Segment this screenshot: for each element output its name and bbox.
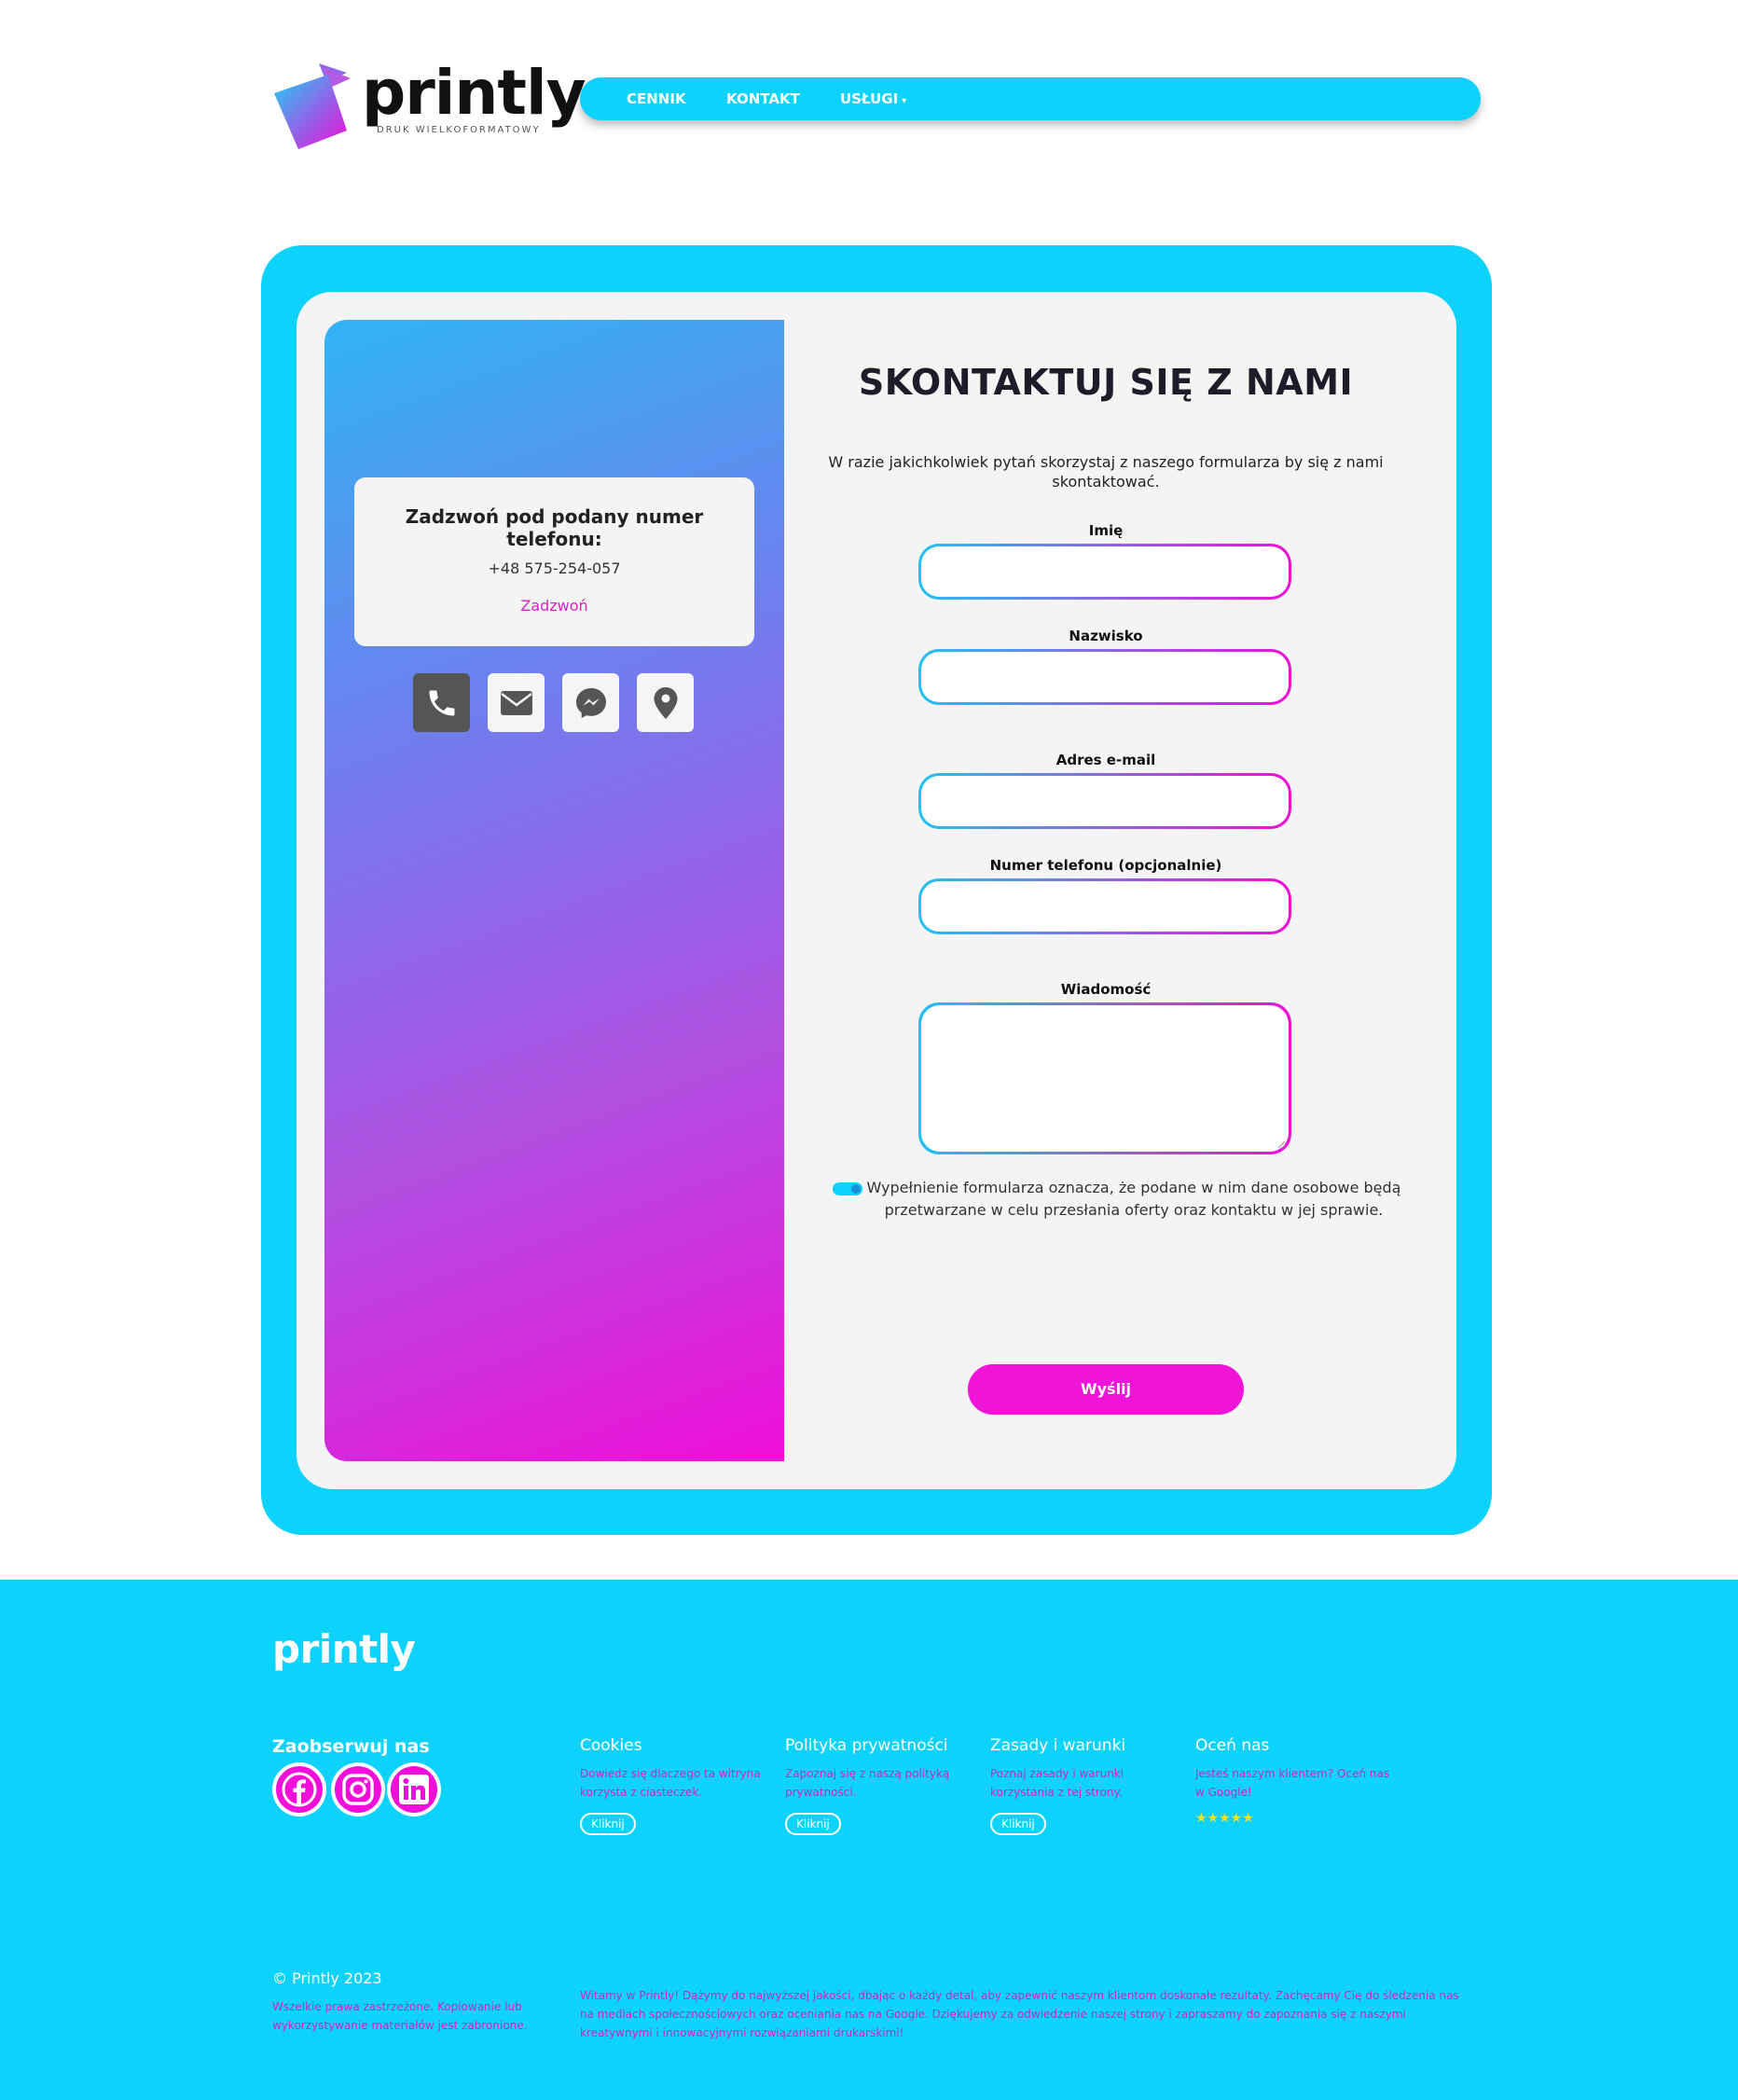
last-name-input[interactable] (921, 652, 1289, 702)
col-text: Zapoznaj się z naszą polityką prywatnośc… (785, 1767, 950, 1799)
linkedin-link[interactable] (387, 1762, 441, 1817)
phone-input[interactable] (921, 881, 1289, 932)
col-heading: Polityka prywatności (785, 1736, 948, 1755)
last-name-field[interactable] (918, 649, 1291, 705)
phone-field[interactable] (918, 878, 1291, 934)
map-pin-icon (654, 686, 677, 719)
phone-icon (429, 690, 454, 715)
field-label-last-name: Nazwisko (1069, 628, 1143, 644)
footer-logo[interactable]: printly (272, 1626, 416, 1672)
col-heading: Oceń nas (1195, 1736, 1270, 1755)
facebook-link[interactable] (272, 1762, 326, 1817)
follow-label: Zaobserwuj nas (272, 1736, 430, 1757)
rating-stars[interactable]: ★★★★★ (1195, 1811, 1391, 1826)
field-label-phone: Numer telefonu (opcjonalnie) (989, 857, 1222, 874)
call-card-phone: +48 575-254-057 (488, 560, 621, 577)
facebook-icon (282, 1772, 317, 1807)
site-header: printly DRUK WIELKOFORMATOWY CENNIK KONT… (0, 0, 1738, 187)
chevron-down-icon: ▾ (902, 96, 907, 106)
copyright: © Printly 2023 (272, 1969, 382, 1987)
field-label-message: Wiadomość (1060, 981, 1152, 998)
col-heading: Zasady i warunki (990, 1736, 1126, 1755)
col-text[interactable]: Jesteś naszym klientem? Oceń nas w Googl… (1195, 1764, 1391, 1802)
brand-tagline: DRUK WIELKOFORMATOWY (377, 125, 541, 135)
message-field[interactable] (918, 1002, 1291, 1154)
form-title: SKONTAKTUJ SIĘ Z NAMI (858, 362, 1354, 403)
terms-button[interactable]: Kliknij (990, 1813, 1046, 1835)
consent-text: Wypełnienie formularza oznacza, że podan… (866, 1179, 1401, 1219)
message-textarea[interactable] (921, 1005, 1289, 1152)
col-text: Poznaj zasady i warunki korzystania z te… (990, 1767, 1124, 1799)
instagram-icon (342, 1774, 374, 1805)
col-heading: Cookies (580, 1736, 642, 1755)
call-card: Zadzwoń pod podany numer telefonu: +48 5… (354, 477, 754, 646)
consent-toggle[interactable] (833, 1182, 862, 1195)
privacy-button[interactable]: Kliknij (785, 1813, 841, 1835)
col-text: Dowiedz się dlaczego ta witryna korzysta… (580, 1767, 761, 1799)
field-label-email: Adres e-mail (1055, 752, 1156, 768)
field-label-first-name: Imię (1088, 522, 1124, 539)
form-intro: W razie jakichkolwiek pytań skorzystaj z… (828, 453, 1384, 490)
submit-button[interactable]: Wyślij (968, 1364, 1244, 1415)
email-button[interactable] (488, 673, 545, 732)
footer-col-terms: Zasady i warunki Poznaj zasady i warunki… (990, 1736, 1186, 1835)
phone-button[interactable] (413, 673, 470, 732)
logo-mark-icon (274, 63, 351, 149)
envelope-icon (500, 690, 532, 715)
site-footer: printly Zaobserwuj nas Cookies Dowiedz s… (0, 1580, 1738, 2100)
instagram-link[interactable] (331, 1762, 385, 1817)
call-card-title: Zadzwoń pod podany numer telefonu: (405, 505, 704, 550)
nav-item-uslugi[interactable]: USŁUGI ▾ (840, 77, 906, 120)
email-input[interactable] (921, 776, 1289, 826)
footer-col-rate: Oceń nas Jesteś naszym klientem? Oceń na… (1195, 1736, 1391, 1826)
nav-item-label: USŁUGI (840, 90, 899, 107)
main-nav: CENNIK KONTAKT USŁUGI ▾ (580, 77, 1481, 120)
footer-col-cookies: Cookies Dowiedz się dlaczego ta witryna … (580, 1736, 776, 1835)
brand-logo[interactable]: printly DRUK WIELKOFORMATOWY (272, 56, 586, 154)
nav-item-label: KONTAKT (726, 90, 800, 107)
brand-name: printly (362, 57, 586, 129)
nav-item-label: CENNIK (627, 90, 686, 107)
call-link[interactable]: Zadzwoń (354, 597, 754, 615)
location-button[interactable] (637, 673, 694, 732)
messenger-button[interactable] (562, 673, 619, 732)
first-name-input[interactable] (921, 546, 1289, 597)
resize-handle-icon[interactable] (1276, 1140, 1286, 1149)
cookies-button[interactable]: Kliknij (580, 1813, 636, 1835)
nav-item-cennik[interactable]: CENNIK (627, 77, 686, 120)
rights-text: Wszelkie prawa zastrzeżone. Kopiowanie l… (272, 2000, 528, 2032)
email-field[interactable] (918, 773, 1291, 829)
nav-item-kontakt[interactable]: KONTAKT (726, 77, 800, 120)
linkedin-icon (399, 1775, 429, 1804)
footer-col-privacy: Polityka prywatności Zapoznaj się z nasz… (785, 1736, 981, 1835)
welcome-text: Witamy w Printly! Dążymy do najwyższej j… (580, 1989, 1459, 2039)
messenger-icon (575, 687, 606, 718)
first-name-field[interactable] (918, 544, 1291, 600)
